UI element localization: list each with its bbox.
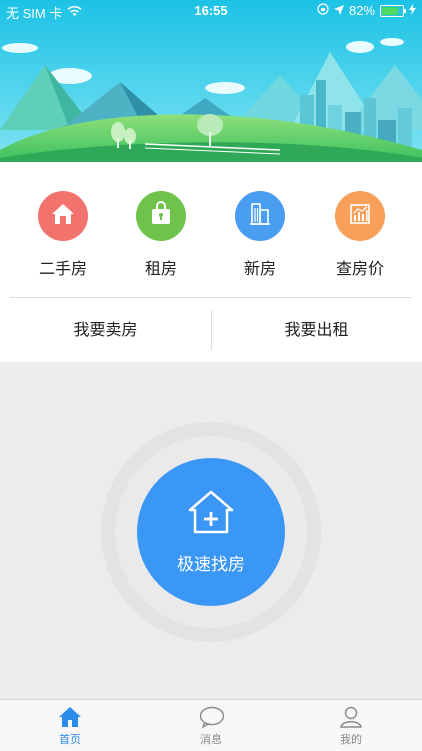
location-arrow-icon: [333, 3, 344, 18]
tab-bar: 首页 消息 我的: [0, 699, 422, 751]
tab-home[interactable]: 首页: [30, 700, 110, 751]
landscape-illustration: [0, 0, 422, 162]
category-label: 二手房: [38, 259, 87, 278]
category-check-price[interactable]: 查房价: [310, 191, 410, 279]
category-circle: [38, 191, 88, 241]
sell-house-button[interactable]: 我要卖房: [0, 298, 211, 362]
tab-messages[interactable]: 消息: [171, 700, 251, 751]
banner-illustration: [0, 0, 422, 162]
battery-icon: [380, 4, 406, 17]
category-new-house[interactable]: 新房: [210, 191, 310, 279]
tab-label: 我的: [340, 733, 362, 746]
fast-find-button[interactable]: 极速找房: [137, 458, 285, 606]
category-rent[interactable]: 租房: [111, 191, 211, 279]
tab-mine[interactable]: 我的: [311, 700, 391, 751]
message-icon: [199, 706, 225, 732]
category-circle: [235, 191, 285, 241]
fast-find-label: 极速找房: [177, 555, 245, 575]
category-card: 二手房 租房 新房 查房价 我要卖房 我要出租: [0, 162, 422, 362]
status-right: 82%: [317, 3, 416, 18]
fast-find-area: 极速找房: [0, 362, 422, 699]
battery-percent: 82%: [348, 3, 375, 18]
lock-bag-icon: [148, 201, 174, 231]
house-icon: [50, 201, 76, 231]
chart-icon: [347, 201, 373, 231]
category-circle: [335, 191, 385, 241]
tab-label: 首页: [59, 733, 81, 746]
category-label: 租房: [144, 259, 177, 278]
category-label: 查房价: [335, 259, 384, 278]
orientation-lock-icon: [317, 3, 329, 18]
home-icon: [58, 706, 82, 732]
rent-out-button[interactable]: 我要出租: [211, 298, 422, 362]
building-icon: [247, 201, 273, 231]
category-second-hand[interactable]: 二手房: [13, 191, 113, 279]
category-circle: [136, 191, 186, 241]
status-bar: 无 SIM 卡 16:55 82%: [0, 0, 422, 22]
charging-bolt-icon: [409, 3, 416, 18]
add-house-icon: [186, 488, 236, 540]
profile-icon: [339, 706, 363, 732]
tab-label: 消息: [200, 733, 222, 746]
category-label: 新房: [243, 259, 276, 278]
